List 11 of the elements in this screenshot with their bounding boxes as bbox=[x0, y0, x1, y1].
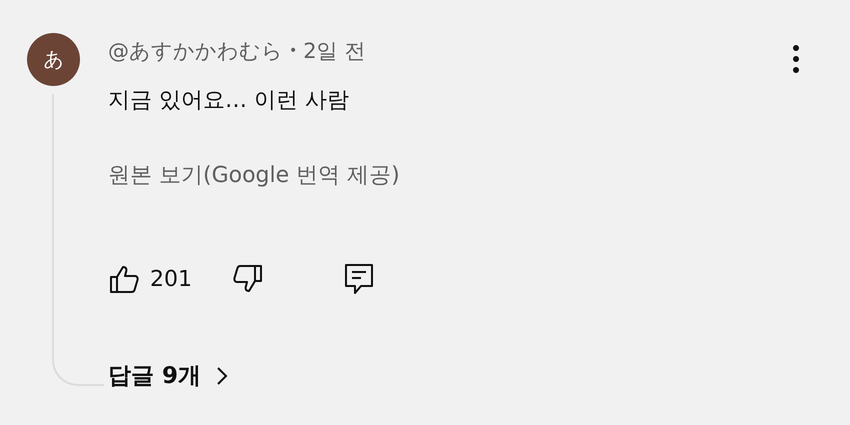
avatar[interactable]: あ bbox=[27, 33, 80, 86]
author-name[interactable]: @あすかかわむら bbox=[108, 37, 283, 65]
reply-icon[interactable] bbox=[344, 263, 374, 295]
comment-time: 2일 전 bbox=[303, 38, 366, 65]
separator: • bbox=[289, 43, 298, 59]
comment-text: 지금 있어요… 이런 사람 bbox=[108, 87, 350, 115]
replies-button[interactable]: 답글 9개 bbox=[108, 360, 230, 391]
like-count: 201 bbox=[150, 266, 192, 292]
more-icon[interactable] bbox=[792, 44, 800, 74]
chevron-icon bbox=[215, 366, 230, 386]
translate-link[interactable]: 원본 보기(Google 번역 제공) bbox=[108, 160, 400, 190]
